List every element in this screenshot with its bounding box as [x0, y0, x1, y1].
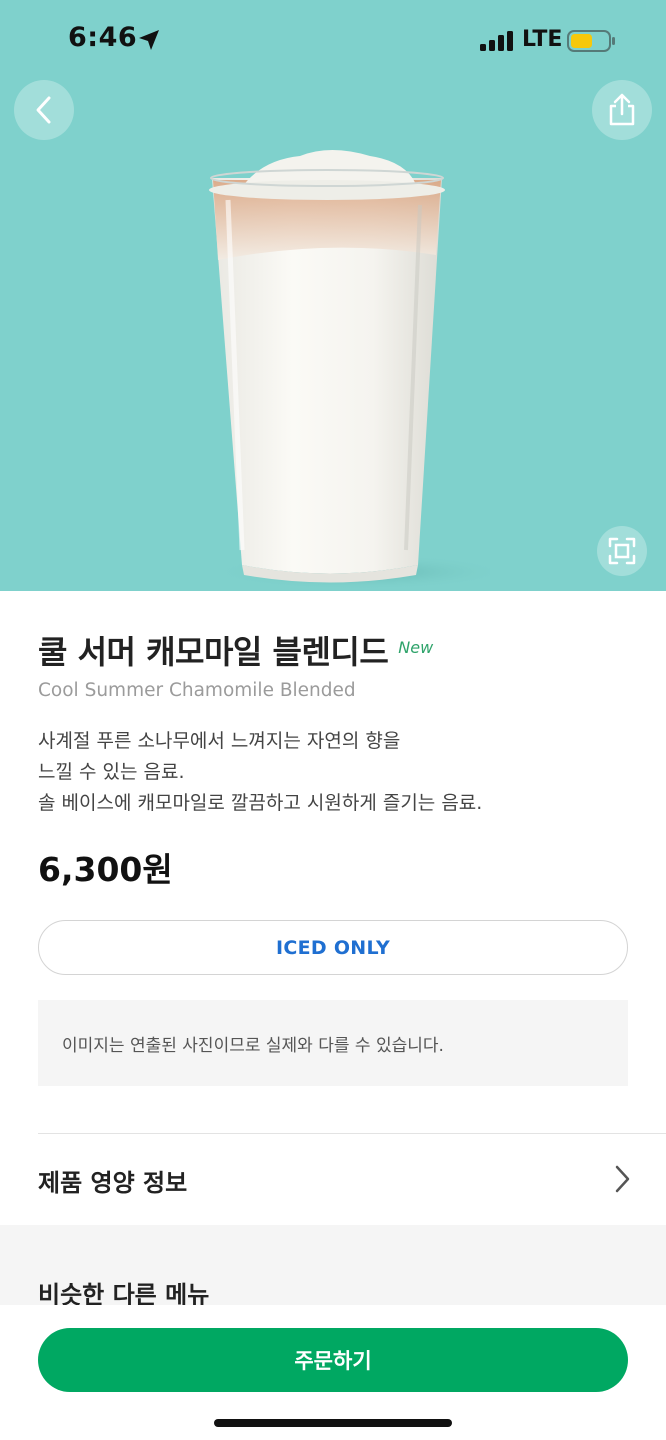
battery-icon	[567, 30, 615, 52]
product-price: 6,300원	[38, 850, 173, 889]
description-line: 사계절 푸른 소나무에서 느껴지는 자연의 향을	[38, 730, 401, 752]
drink-photo	[209, 150, 490, 590]
new-badge: New	[398, 638, 434, 657]
order-button[interactable]: 주문하기	[38, 1328, 628, 1392]
location-arrow-icon	[139, 30, 159, 50]
status-bar: 6:46 LTE	[0, 0, 666, 80]
description-line: 솔 베이스에 캐모마일로 깔끔하고 시원하게 즐기는 음료.	[38, 792, 483, 814]
share-icon	[609, 93, 635, 126]
expand-icon	[608, 537, 636, 565]
product-name-english: Cool Summer Chamomile Blended	[38, 680, 356, 701]
image-notice: 이미지는 연출된 사진이므로 실제와 다를 수 있습니다.	[38, 1000, 628, 1086]
product-hero-image: 6:46 LTE	[0, 0, 666, 591]
status-time: 6:46	[68, 22, 138, 53]
description-line: 느낄 수 있는 음료.	[38, 761, 185, 783]
signal-bars-icon	[480, 31, 513, 51]
expand-image-button[interactable]	[597, 526, 647, 576]
image-notice-text: 이미지는 연출된 사진이므로 실제와 다를 수 있습니다.	[62, 1035, 444, 1056]
back-icon	[36, 96, 51, 124]
home-indicator[interactable]	[214, 1419, 452, 1427]
network-type: LTE	[522, 27, 563, 52]
temperature-option-label: ICED ONLY	[275, 936, 391, 959]
product-name: 쿨 서머 캐모마일 블렌디드	[38, 633, 389, 671]
order-button-label: 주문하기	[294, 1349, 372, 1373]
share-button[interactable]	[592, 80, 652, 140]
nutrition-info-row[interactable]: 제품 영양 정보	[0, 1135, 666, 1225]
product-description: 사계절 푸른 소나무에서 느껴지는 자연의 향을 느낄 수 있는 음료. 솔 베…	[38, 726, 482, 819]
back-button[interactable]	[14, 80, 74, 140]
product-title-row: 쿨 서머 캐모마일 블렌디드 New	[38, 627, 433, 673]
bottom-order-bar: 주문하기	[0, 1305, 666, 1440]
chevron-right-icon	[615, 1165, 630, 1193]
section-divider	[38, 1133, 666, 1134]
nutrition-info-label: 제품 영양 정보	[38, 1169, 188, 1197]
temperature-option[interactable]: ICED ONLY	[38, 920, 628, 975]
